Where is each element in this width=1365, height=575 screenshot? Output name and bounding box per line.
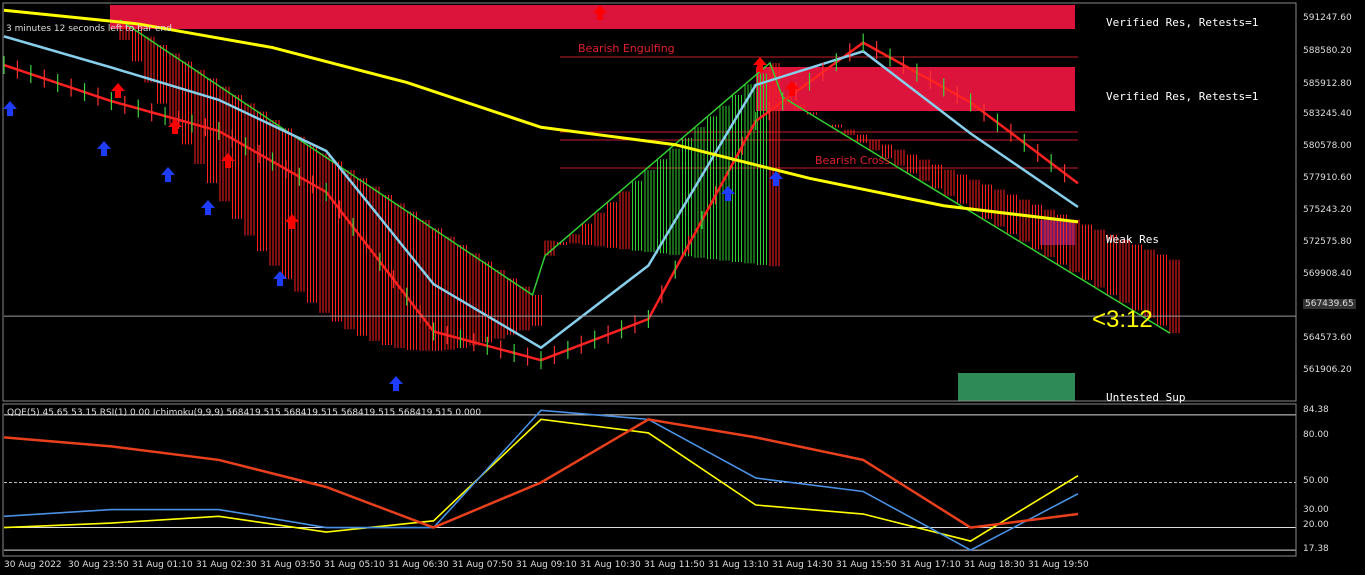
time-tick-label: 31 Aug 05:10 — [324, 560, 385, 570]
zone-label-4: Untested Sup — [1106, 391, 1186, 404]
support-zone — [958, 373, 1075, 401]
osc-tick-label: 84.38 — [1303, 405, 1329, 415]
osc-tick-label: 17.38 — [1303, 544, 1329, 554]
time-tick-label: 31 Aug 17:10 — [900, 560, 961, 570]
price-tick-label: 575243.20 — [1303, 205, 1352, 215]
osc-tick-label: 30.00 — [1303, 505, 1329, 515]
price-tick-label: 569908.40 — [1303, 269, 1352, 279]
oscillator-header: QQE(5) 45.65 53.15 RSI(1) 0.00 Ichimoku(… — [7, 408, 482, 418]
timer-text: 3 minutes 12 seconds left to bar end — [6, 24, 172, 34]
time-tick-label: 31 Aug 19:50 — [1028, 560, 1089, 570]
price-tick-label: 567439.65 — [1303, 299, 1356, 309]
time-tick-label: 31 Aug 03:50 — [260, 560, 321, 570]
time-tick-label: 31 Aug 11:50 — [644, 560, 705, 570]
time-tick-label: 31 Aug 06:30 — [388, 560, 449, 570]
resistance-zone — [756, 67, 1075, 111]
zone-label-1: Verified Res, Retests=1 — [1106, 16, 1259, 29]
candle-timer: <3:12 — [1092, 306, 1153, 333]
price-tick-label: 561906.20 — [1303, 365, 1352, 375]
time-tick-label: 31 Aug 01:10 — [132, 560, 193, 570]
osc-tick-label: 80.00 — [1303, 430, 1329, 440]
price-tick-label: 577910.60 — [1303, 173, 1352, 183]
time-tick-label: 31 Aug 07:50 — [452, 560, 513, 570]
time-tick-label: 31 Aug 14:30 — [772, 560, 833, 570]
resistance-zone — [110, 5, 1075, 29]
time-tick-label: 30 Aug 23:50 — [68, 560, 129, 570]
price-tick-label: 591247.60 — [1303, 13, 1352, 23]
time-tick-label: 31 Aug 13:10 — [708, 560, 769, 570]
time-tick-label: 31 Aug 02:30 — [196, 560, 257, 570]
time-tick-label: 30 Aug 2022 — [4, 560, 62, 570]
zone-label-2: Verified Res, Retests=1 — [1106, 90, 1259, 103]
zone-label-3: Weak Res — [1106, 233, 1159, 246]
pattern-label-bearish-engulfing: Bearish Engulfing — [578, 42, 675, 55]
price-tick-label: 564573.60 — [1303, 333, 1352, 343]
pattern-label-bearish-cross: Bearish Cross — [815, 154, 890, 167]
osc-tick-label: 20.00 — [1303, 520, 1329, 530]
time-tick-label: 31 Aug 18:30 — [964, 560, 1025, 570]
trading-chart[interactable] — [0, 0, 1365, 575]
time-tick-label: 31 Aug 09:10 — [516, 560, 577, 570]
price-tick-label: 588580.20 — [1303, 46, 1352, 56]
price-tick-label: 580578.00 — [1303, 141, 1352, 151]
time-tick-label: 31 Aug 10:30 — [580, 560, 641, 570]
price-tick-label: 572575.80 — [1303, 237, 1352, 247]
osc-tick-label: 50.00 — [1303, 476, 1329, 486]
price-tick-label: 583245.40 — [1303, 109, 1352, 119]
time-tick-label: 31 Aug 15:50 — [836, 560, 897, 570]
price-tick-label: 585912.80 — [1303, 79, 1352, 89]
